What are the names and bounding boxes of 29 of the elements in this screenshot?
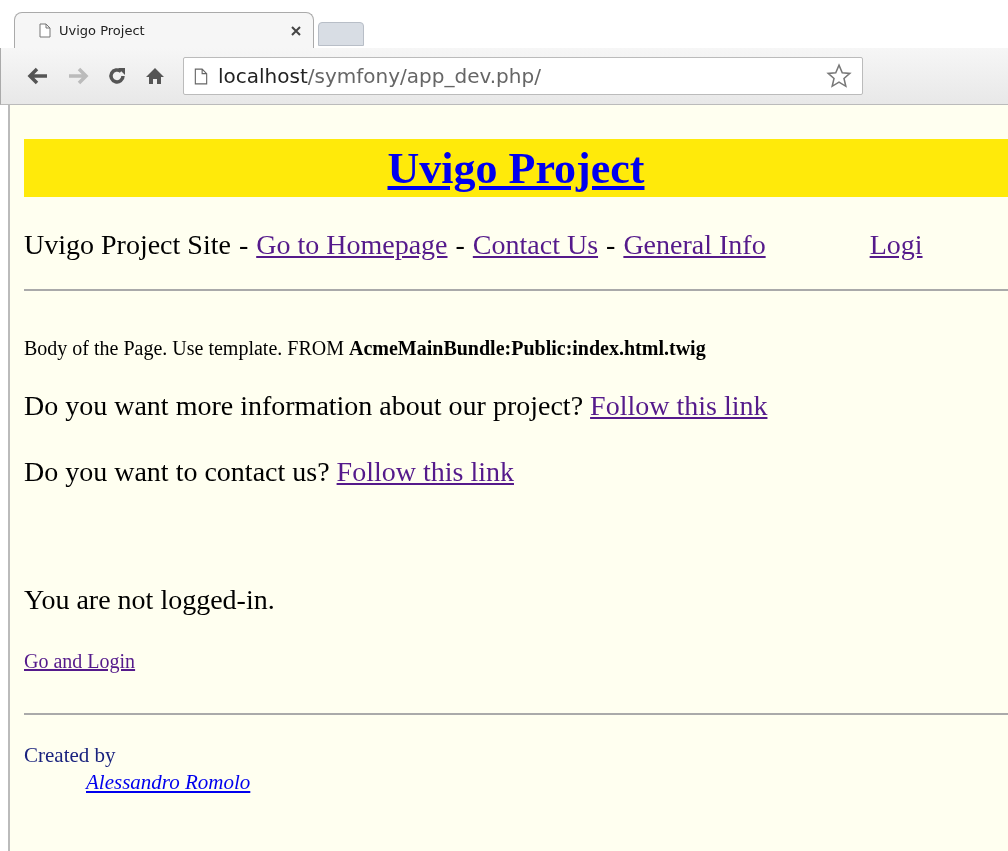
nav-link[interactable]: Go to Homepage <box>256 229 448 261</box>
back-icon[interactable] <box>27 67 49 85</box>
star-icon[interactable] <box>826 63 852 89</box>
question-text: Do you want to contact us? <box>24 456 330 487</box>
page-icon <box>39 23 51 38</box>
reload-icon[interactable] <box>107 66 127 86</box>
site-title-link[interactable]: Uvigo Project <box>387 142 645 194</box>
separator: - <box>238 229 249 261</box>
login-link[interactable]: Logi <box>869 229 923 261</box>
close-icon[interactable] <box>291 25 301 36</box>
home-icon[interactable] <box>145 66 165 86</box>
login-link[interactable]: Go and Login <box>24 650 136 672</box>
body-text: Body of the Page. Use template. FROM AcmeMainBundle:Public:index.html.twig <box>24 337 707 360</box>
follow-link[interactable]: Follow this link <box>336 456 514 487</box>
address-bar[interactable]: localhost/symfony/app_dev.php/ <box>183 57 863 95</box>
status-text: You are not logged-in. <box>24 584 276 616</box>
browser-tab[interactable]: Uvigo Project <box>14 12 314 48</box>
created-by-text: Created by <box>24 743 116 768</box>
separator: - <box>606 229 616 261</box>
nav-link[interactable]: General Info <box>623 229 766 261</box>
tab-title: Uvigo Project <box>59 23 146 38</box>
author-link[interactable]: Alessandro Romolo <box>86 770 251 795</box>
follow-link[interactable]: Follow this link <box>590 390 768 421</box>
question-text: Do you want more information about our project? <box>24 390 584 421</box>
page-icon <box>194 67 208 85</box>
site-name: Uvigo Project Site <box>24 229 231 261</box>
separator: - <box>455 229 465 261</box>
url-text: localhost/symfony/app_dev.php/ <box>218 64 542 88</box>
nav-link[interactable]: Contact Us <box>472 229 599 261</box>
